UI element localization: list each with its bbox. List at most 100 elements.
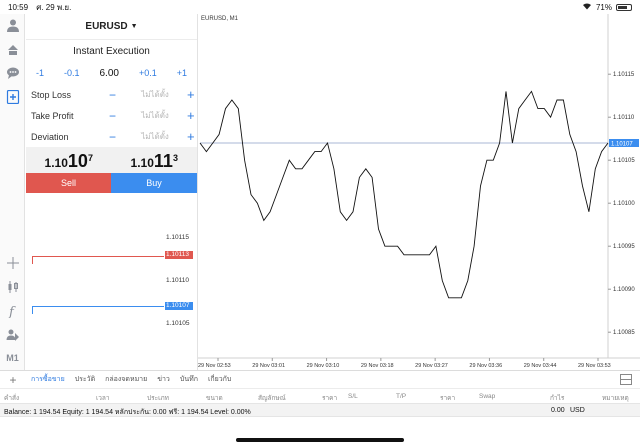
buy-level-line xyxy=(32,306,164,314)
bid-sup: 7 xyxy=(87,153,93,163)
take-profit-input[interactable]: ไม่ได้ตั้ง xyxy=(129,109,181,122)
order-actions: Sell Buy xyxy=(26,173,197,193)
buy-price-tag: 1.10107 xyxy=(165,302,193,310)
y-tick-label: 1.10105 xyxy=(613,158,635,164)
wifi-icon xyxy=(582,2,592,12)
deviation-label: Deviation xyxy=(31,131,69,142)
battery-percent: 71% xyxy=(595,2,612,12)
col-tp: T/P xyxy=(396,393,407,400)
col-order: คำสั่ง xyxy=(4,395,20,402)
col-time: เวลา xyxy=(96,395,110,402)
tab-news[interactable]: ข่าว xyxy=(152,374,175,385)
bid-big: 10 xyxy=(67,151,88,171)
volume-minus-1-button[interactable]: -1 xyxy=(36,68,44,78)
new-order-icon[interactable] xyxy=(4,88,21,105)
x-tick-label: 29 Nov 03:53 xyxy=(578,363,611,369)
take-profit-row: Take Profit − ไม่ได้ตั้ง + xyxy=(26,105,197,126)
x-tick-label: 29 Nov 03:01 xyxy=(252,363,285,369)
tab-mailbox[interactable]: กล่องจดหมาย xyxy=(100,374,152,385)
sell-button[interactable]: Sell xyxy=(26,173,111,193)
indicator-function-icon[interactable]: f xyxy=(4,302,21,319)
buy-button[interactable]: Buy xyxy=(111,173,197,193)
symbol-name: EURUSD xyxy=(85,21,128,32)
home-indicator xyxy=(236,438,404,442)
deviation-minus-button[interactable]: − xyxy=(109,130,129,144)
y-tick-label: 1.10100 xyxy=(613,201,635,207)
total-profit: 0.00 xyxy=(551,407,565,414)
price-series-line xyxy=(199,90,609,299)
col-symbol: สัญลักษณ์ xyxy=(258,395,286,402)
col-type: ประเภท xyxy=(147,395,169,402)
volume-plus-1-button[interactable]: +1 xyxy=(177,68,187,78)
take-profit-minus-button[interactable]: − xyxy=(109,109,129,123)
bid-quote: 1.10 10 7 xyxy=(26,147,112,173)
col-price: ราคา xyxy=(322,395,338,402)
x-tick-label: 29 Nov 02:53 xyxy=(198,363,231,369)
deviation-row: Deviation − ไม่ได้ตั้ง + xyxy=(26,126,197,147)
price-chart[interactable]: EURUSD, M1 1.10115 1.10110 1.10105 1.10100 1… xyxy=(197,14,640,370)
tab-journal[interactable]: บันทึก xyxy=(175,374,203,385)
status-date: ศ. 29 พ.ย. xyxy=(36,2,72,12)
col-current-price: ราคา xyxy=(440,395,456,402)
tab-history[interactable]: ประวัติ xyxy=(70,374,100,385)
tab-about[interactable]: เกี่ยวกับ xyxy=(203,374,236,385)
volume-input[interactable]: 6.00 xyxy=(99,68,118,79)
volume-row: -1 -0.1 6.00 +0.1 +1 xyxy=(26,62,197,84)
x-tick-label: 29 Nov 03:10 xyxy=(307,363,340,369)
timeframe-label: M1 xyxy=(6,352,19,363)
ask-big: 11 xyxy=(153,151,173,171)
stop-loss-row: Stop Loss − ไม่ได้ตั้ง + xyxy=(26,84,197,105)
chart-svg: 1.10115 1.10110 1.10105 1.10100 1.10095 1.100… xyxy=(198,14,640,369)
x-tick-label: 29 Nov 03:27 xyxy=(415,363,448,369)
volume-plus-01-button[interactable]: +0.1 xyxy=(139,68,157,78)
take-profit-plus-button[interactable]: + xyxy=(187,108,195,123)
signal-arrows-icon[interactable] xyxy=(4,40,21,57)
tab-trade[interactable]: การซื้อขาย xyxy=(26,374,70,385)
status-time: 10:59 xyxy=(8,2,29,12)
execution-type[interactable]: Instant Execution xyxy=(26,40,197,62)
x-tick-label: 29 Nov 03:18 xyxy=(361,363,394,369)
y-tick-label: 1.10095 xyxy=(613,244,635,250)
y-tick-label: 1.10115 xyxy=(613,72,635,78)
ask-sup: 3 xyxy=(172,153,178,163)
ladder-level: 1.10115 xyxy=(166,234,190,241)
sell-level-line xyxy=(32,256,164,264)
user-icon[interactable] xyxy=(4,16,21,33)
account-currency: USD xyxy=(570,407,585,414)
candlestick-icon[interactable] xyxy=(4,278,21,295)
y-tick-label: 1.10090 xyxy=(613,287,635,293)
timeframe-button[interactable]: M1 xyxy=(4,349,21,366)
stop-loss-input[interactable]: ไม่ได้ตั้ง xyxy=(129,88,181,101)
svg-text:f: f xyxy=(8,305,16,318)
bottom-tabs: + การซื้อขาย ประวัติ กล่องจดหมาย ข่าว บั… xyxy=(0,370,640,388)
panel-toggle-icon[interactable] xyxy=(620,374,632,385)
volume-minus-01-button[interactable]: -0.1 xyxy=(64,68,80,78)
stop-loss-plus-button[interactable]: + xyxy=(187,87,195,102)
stop-loss-label: Stop Loss xyxy=(31,89,72,100)
battery-icon xyxy=(616,3,632,11)
deviation-plus-button[interactable]: + xyxy=(187,129,195,144)
left-toolbar: f M1 xyxy=(0,14,25,370)
price-ladder: 1.10115 1.10113 1.10110 1.10107 1.10105 xyxy=(26,194,197,370)
chart-title: EURUSD, M1 xyxy=(201,16,239,22)
deviation-input[interactable]: ไม่ได้ตั้ง xyxy=(129,130,181,143)
symbol-selector[interactable]: EURUSD ▼ xyxy=(26,14,197,40)
bid-main: 1.10 xyxy=(44,156,68,170)
take-profit-label: Take Profit xyxy=(31,110,74,121)
ask-main: 1.10 xyxy=(130,156,154,170)
ladder-level: 1.10110 xyxy=(166,277,190,284)
crosshair-icon[interactable] xyxy=(4,254,21,271)
x-tick-label: 29 Nov 03:44 xyxy=(524,363,557,369)
y-tick-label: 1.10085 xyxy=(613,330,635,336)
objects-icon[interactable] xyxy=(4,326,21,343)
chat-icon[interactable] xyxy=(4,64,21,81)
trade-table-header: คำสั่ง เวลา ประเภท ขนาด สัญลักษณ์ ราคา S… xyxy=(0,388,640,403)
balance-row: Balance: 1 194.54 Equity: 1 194.54 หลักป… xyxy=(0,403,640,417)
y-tick-label: 1.10110 xyxy=(613,115,635,121)
quotes-row: 1.10 10 7 1.10 11 3 xyxy=(26,147,197,173)
ladder-level: 1.10105 xyxy=(166,320,190,327)
col-profit: กำไร xyxy=(550,395,565,402)
col-comment: หมายเหตุ xyxy=(602,395,629,402)
add-icon[interactable]: + xyxy=(0,373,26,387)
stop-loss-minus-button[interactable]: − xyxy=(109,88,129,102)
